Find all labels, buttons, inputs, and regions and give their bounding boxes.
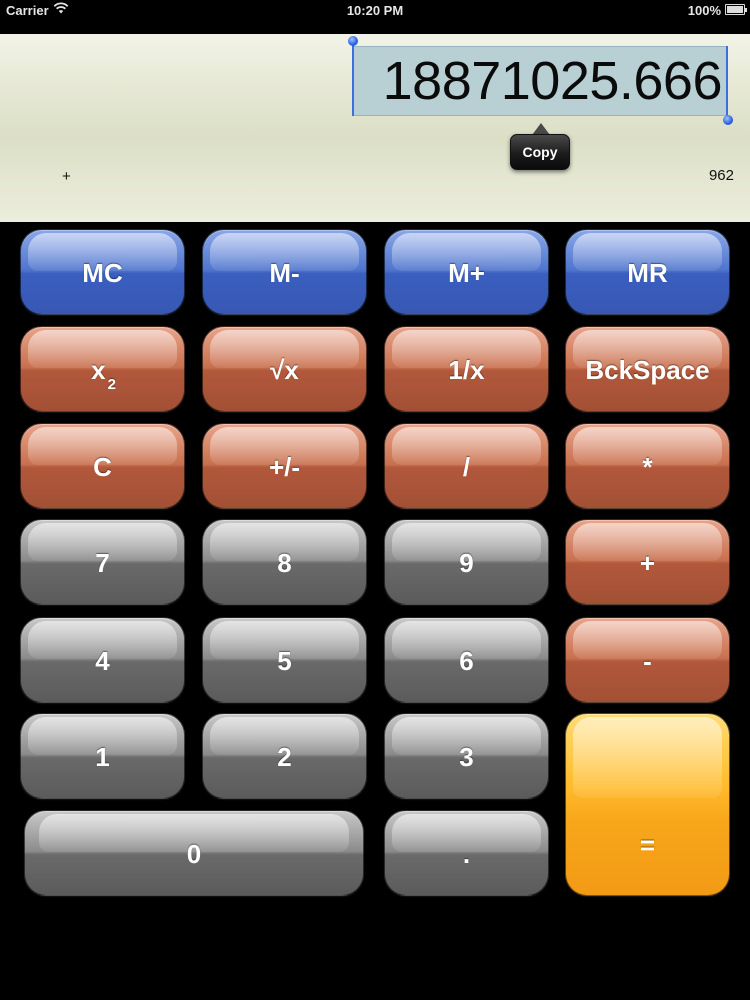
mc-button[interactable]: MC [20, 229, 185, 315]
memory-indicator: 962 [708, 167, 734, 184]
divide-button[interactable]: / [384, 423, 549, 509]
clock-time: 10:20 PM [346, 3, 404, 18]
m-plus-button[interactable]: M+ [384, 229, 549, 315]
decimal-label: . [462, 839, 471, 869]
digit-6-button[interactable]: 6 [384, 617, 549, 703]
equals-button[interactable]: = [565, 713, 730, 896]
x-squared-label: x2 [91, 355, 116, 393]
status-bar: Carrier 10:20 PM 100% [0, 0, 750, 34]
sqrt-label: √x [270, 355, 299, 385]
calculator-display: 18871025.666 Copy + 962 [0, 34, 750, 222]
clear-label: C [93, 452, 112, 482]
multiply-button[interactable]: * [565, 423, 730, 509]
digit-4-label: 4 [95, 646, 110, 676]
mc-label: MC [82, 258, 123, 288]
digit-8-button[interactable]: 8 [202, 519, 367, 605]
keypad: MC M- M+ MR x2 √x 1/x BckSpace C +/- / *… [0, 222, 750, 1000]
digit-7-button[interactable]: 7 [20, 519, 185, 605]
digit-0-button[interactable]: 0 [24, 810, 364, 896]
reciprocal-button[interactable]: 1/x [384, 326, 549, 412]
digit-5-label: 5 [277, 646, 292, 676]
display-value[interactable]: 18871025.666 [353, 47, 726, 115]
selection-end-handle[interactable] [723, 115, 733, 125]
digit-8-label: 8 [277, 548, 292, 578]
mr-button[interactable]: MR [565, 229, 730, 315]
x-squared-exponent: 2 [107, 376, 116, 393]
digit-2-label: 2 [277, 742, 292, 772]
digit-1-button[interactable]: 1 [20, 713, 185, 799]
plus-minus-label: +/- [268, 452, 301, 482]
operation-indicator: + [62, 168, 71, 185]
x-squared-button[interactable]: x2 [20, 326, 185, 412]
selection-start-handle[interactable] [348, 36, 358, 46]
digit-1-label: 1 [95, 742, 110, 772]
backspace-label: BckSpace [585, 355, 710, 385]
digit-5-button[interactable]: 5 [202, 617, 367, 703]
digit-3-label: 3 [459, 742, 474, 772]
digit-3-button[interactable]: 3 [384, 713, 549, 799]
minus-button[interactable]: - [565, 617, 730, 703]
reciprocal-label: 1/x [448, 355, 485, 385]
sqrt-button[interactable]: √x [202, 326, 367, 412]
decimal-button[interactable]: . [384, 810, 549, 896]
m-minus-label: M- [269, 258, 300, 288]
digit-7-label: 7 [95, 548, 110, 578]
multiply-label: * [642, 452, 653, 482]
divide-label: / [462, 452, 471, 482]
copy-button[interactable]: Copy [510, 134, 570, 170]
digit-0-label: 0 [186, 839, 202, 869]
backspace-button[interactable]: BckSpace [565, 326, 730, 412]
clear-button[interactable]: C [20, 423, 185, 509]
digit-4-button[interactable]: 4 [20, 617, 185, 703]
selection-end-handle-bar [726, 46, 728, 118]
equals-label: = [639, 830, 656, 860]
x-squared-base: x [91, 355, 106, 385]
plus-button[interactable]: + [565, 519, 730, 605]
mr-label: MR [627, 258, 668, 288]
plus-minus-button[interactable]: +/- [202, 423, 367, 509]
digit-9-button[interactable]: 9 [384, 519, 549, 605]
battery-percentage: 100% [687, 3, 721, 18]
selection-start-handle-bar [352, 44, 354, 116]
plus-label: + [639, 548, 656, 578]
digit-6-label: 6 [459, 646, 474, 676]
digit-2-button[interactable]: 2 [202, 713, 367, 799]
display-selection[interactable]: 18871025.666 [352, 46, 727, 116]
m-minus-button[interactable]: M- [202, 229, 367, 315]
m-plus-label: M+ [448, 258, 485, 288]
digit-9-label: 9 [459, 548, 474, 578]
minus-label: - [643, 646, 652, 676]
battery-icon [725, 4, 747, 15]
